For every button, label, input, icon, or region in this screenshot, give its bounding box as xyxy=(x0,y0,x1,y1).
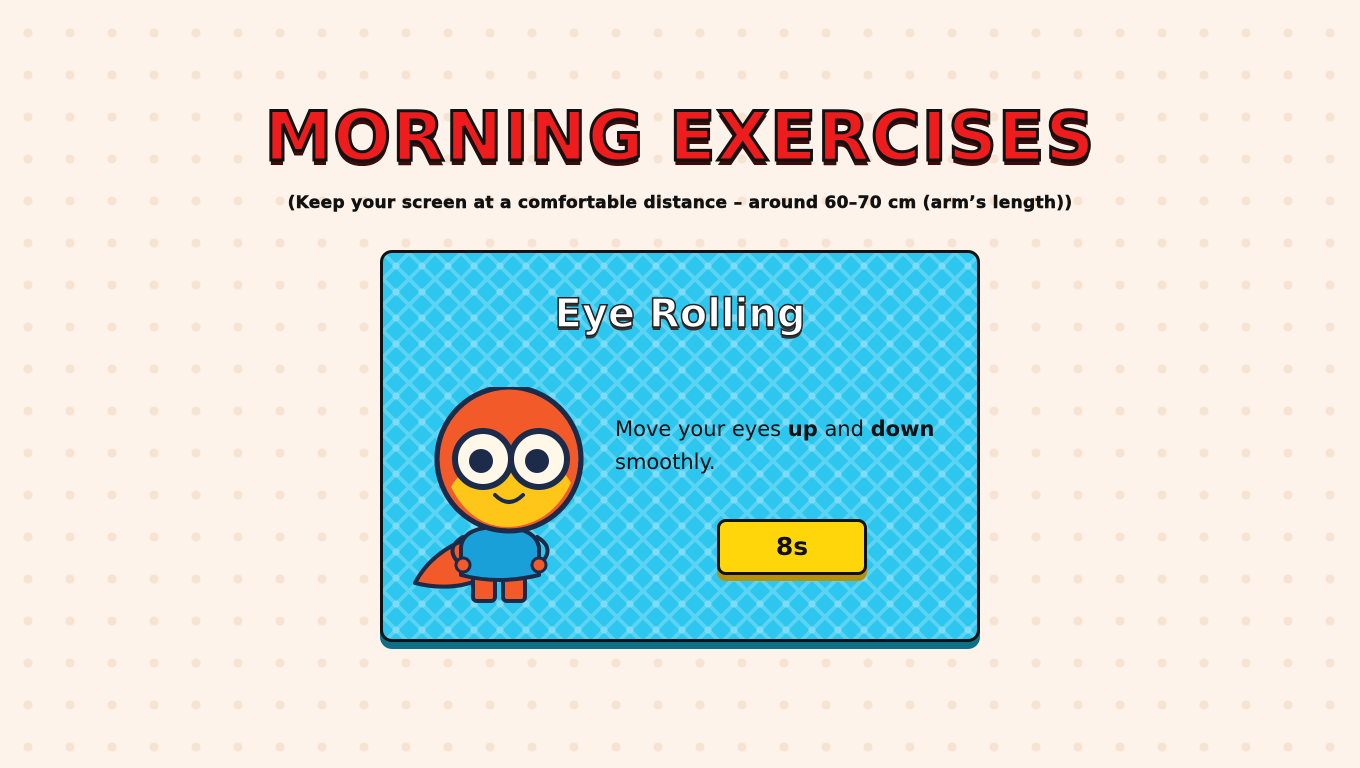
page-subtitle: (Keep your screen at a comfortable dista… xyxy=(287,193,1073,214)
instruction-text: Move your eyes xyxy=(615,417,788,441)
superhero-mascot-icon xyxy=(413,387,584,603)
exercise-instruction: Move your eyes up and down smoothly. xyxy=(615,413,955,479)
exercise-title: Eye Rolling xyxy=(554,290,806,338)
instruction-bold-up: up xyxy=(787,417,818,441)
instruction-bold-down: down xyxy=(870,417,935,441)
instruction-text: and xyxy=(817,417,871,441)
page-title: MORNING EXERCISES xyxy=(263,98,1096,177)
exercise-card: Eye Rolling Move your eyes up and down s… xyxy=(380,250,980,642)
instruction-text: smoothly. xyxy=(615,450,716,474)
timer-button[interactable]: 8s xyxy=(717,519,867,575)
